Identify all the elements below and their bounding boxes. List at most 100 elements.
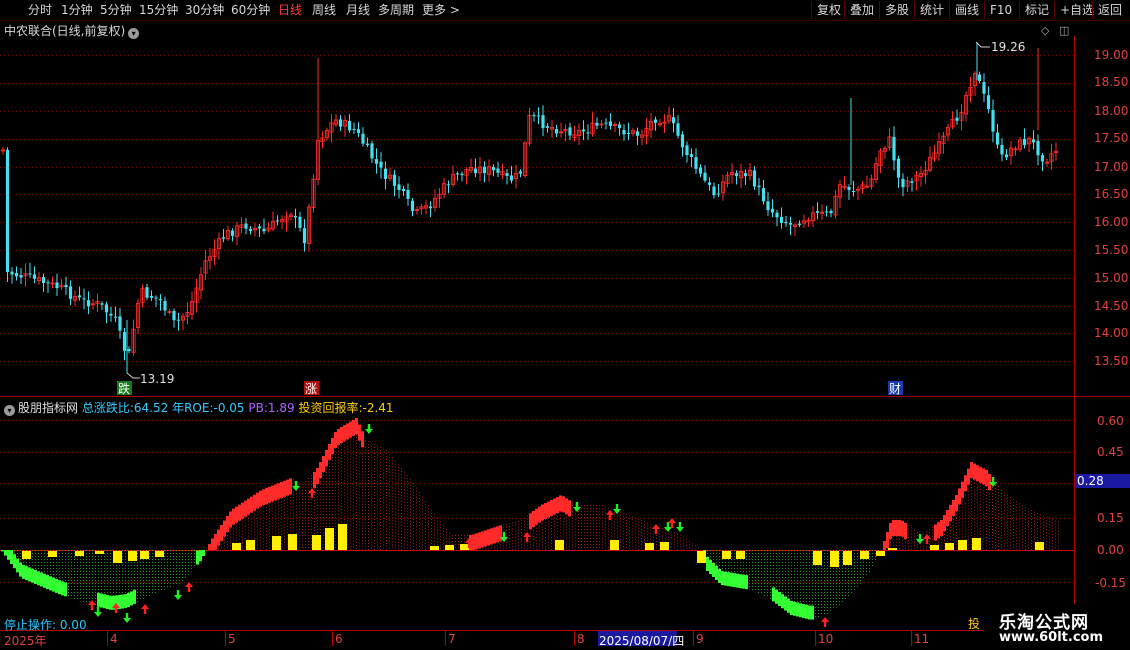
candle-body	[707, 182, 712, 185]
hist-bar	[979, 466, 982, 483]
hist-bar	[772, 587, 775, 602]
candle-body	[428, 206, 433, 209]
candlestick-series	[0, 42, 1059, 373]
hist-bar	[280, 482, 283, 498]
indicator-header: ▾ 股朋指标网 总涨跌比:64.52 年ROE:-0.05 PB:1.89 投资回…	[4, 399, 394, 416]
chevron-down-icon[interactable]: ▾	[4, 405, 15, 416]
candle-body	[468, 166, 474, 171]
candle-body	[1040, 155, 1045, 162]
period-more[interactable]: 更多 >	[422, 2, 460, 18]
current-value: 0.28	[1077, 474, 1104, 488]
candle-body	[770, 208, 775, 213]
candle-body	[496, 168, 500, 173]
candle-body	[536, 115, 541, 117]
candle-body	[554, 128, 559, 134]
period-60min[interactable]: 60分钟	[231, 2, 270, 18]
hist-bar	[238, 504, 241, 521]
period-fenshi[interactable]: 分时	[28, 2, 52, 18]
draw-line-button[interactable]: 画线	[949, 1, 984, 19]
hist-bar	[952, 500, 955, 516]
candle-body	[500, 170, 505, 176]
candle-body	[163, 300, 167, 311]
candle-body	[586, 132, 590, 134]
down-arrow-icon	[664, 522, 672, 532]
hist-bar	[22, 564, 25, 579]
mark-button[interactable]: 标记	[1019, 1, 1054, 19]
candle-body	[901, 178, 905, 188]
candle-body	[896, 158, 901, 178]
candle-body	[149, 296, 154, 298]
yellow-bar	[445, 545, 454, 550]
adjust-button[interactable]: 复权	[811, 1, 846, 19]
candle-body	[455, 173, 460, 175]
yellow-bar	[888, 548, 897, 550]
period-daily[interactable]: 日线	[278, 2, 302, 18]
hist-bar	[100, 593, 103, 608]
hist-bar	[34, 569, 37, 584]
hist-bar	[472, 534, 475, 550]
hist-bar	[247, 498, 250, 515]
period-weekly[interactable]: 周线	[312, 2, 336, 18]
hist-bar	[541, 504, 544, 521]
candle-body	[167, 311, 172, 314]
yellow-bar	[722, 551, 731, 559]
date-label: 8	[577, 632, 585, 646]
yellow-bar	[140, 551, 149, 559]
candle-body	[914, 174, 919, 182]
date-label: 6	[335, 632, 343, 646]
total-ratio-label: 总涨跌比:	[81, 401, 134, 415]
hist-bar	[478, 532, 481, 549]
hist-bar	[934, 524, 937, 541]
period-1min[interactable]: 1分钟	[61, 2, 93, 18]
candle-body	[10, 271, 14, 275]
stats-button[interactable]: 统计	[914, 1, 949, 19]
hist-bar	[289, 478, 292, 495]
ind-tick: 0.45	[1097, 445, 1124, 459]
hist-bar	[802, 604, 805, 618]
hist-bar	[313, 472, 316, 488]
f10-button[interactable]: F10	[984, 1, 1017, 19]
candle-body	[189, 301, 195, 315]
candle-body	[648, 121, 654, 131]
hist-bar	[121, 594, 124, 609]
yellow-bar	[272, 536, 281, 550]
multi-stock-button[interactable]: 多股	[879, 1, 914, 19]
candle-body	[172, 310, 176, 321]
hist-bar	[319, 462, 322, 478]
indicator-histogram	[1, 418, 1059, 620]
candle-body	[293, 215, 298, 218]
hist-bar	[274, 484, 277, 501]
candle-body	[185, 312, 190, 317]
indicator-grid	[0, 420, 1074, 583]
back-button[interactable]: 返回	[1092, 1, 1127, 19]
hist-bar	[232, 508, 235, 525]
period-15min[interactable]: 15分钟	[139, 2, 178, 18]
period-multi[interactable]: 多周期	[378, 2, 414, 18]
candle-body	[387, 174, 393, 179]
hist-bar	[133, 589, 136, 604]
hist-bar	[220, 525, 223, 541]
period-30min[interactable]: 30分钟	[185, 2, 224, 18]
hist-bar	[214, 534, 217, 550]
hist-bar	[556, 497, 559, 513]
candle-body	[878, 150, 883, 166]
chevron-down-icon[interactable]: ▾	[128, 28, 140, 39]
candle-body	[315, 140, 321, 180]
yellow-bar	[645, 543, 654, 550]
candle-body	[541, 115, 545, 129]
candle-body	[477, 166, 483, 174]
candle-body	[284, 216, 289, 222]
yellow-bar	[232, 543, 241, 550]
hist-bar	[106, 595, 109, 609]
candle-body	[792, 224, 798, 227]
hist-bar	[565, 498, 568, 515]
candle-body	[513, 172, 519, 180]
period-monthly[interactable]: 月线	[346, 2, 370, 18]
period-5min[interactable]: 5分钟	[100, 2, 132, 18]
hist-bar	[115, 595, 118, 610]
hist-bar	[337, 428, 340, 445]
overlay-button[interactable]: 叠加	[844, 1, 879, 19]
candle-body	[122, 332, 127, 351]
low-label: 13.19	[140, 372, 174, 386]
hist-bar	[970, 462, 973, 478]
